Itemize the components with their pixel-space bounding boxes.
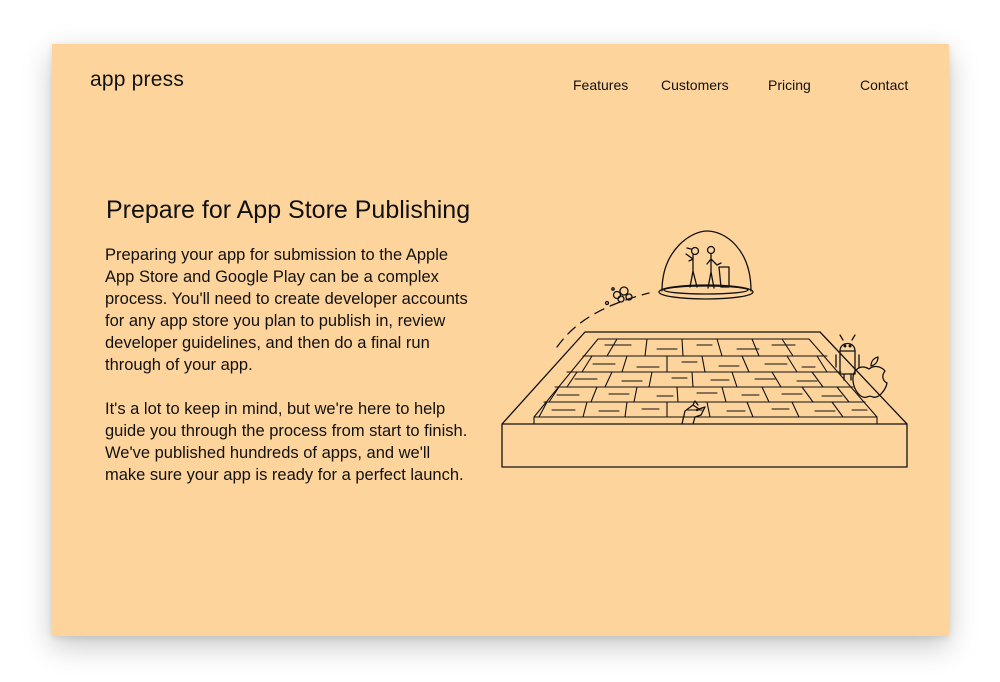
hero-paragraph-1: Preparing your app for submission to the… (105, 246, 468, 374)
hero-paragraph-2: It's a lot to keep in mind, but we're he… (105, 400, 468, 484)
apple-icon (852, 356, 888, 398)
android-icon (835, 334, 860, 381)
glass-dome-icon (658, 230, 754, 300)
nav-link-contact[interactable]: Contact (860, 77, 908, 93)
hero-body: Preparing your app for submission to the… (105, 244, 470, 508)
maze-base (501, 331, 908, 468)
nav-link-customers[interactable]: Customers (661, 77, 729, 93)
page-title: Prepare for App Store Publishing (106, 196, 471, 224)
maze-illustration (501, 230, 908, 468)
dog-icon (681, 400, 706, 425)
nav-link-pricing[interactable]: Pricing (768, 77, 811, 93)
page-card: app press Features Customers Pricing Con… (52, 44, 949, 636)
maze-walls (533, 338, 878, 425)
main-nav: Features Customers Pricing Contact (52, 77, 949, 97)
flight-path (556, 286, 650, 348)
nav-link-features[interactable]: Features (573, 77, 628, 93)
